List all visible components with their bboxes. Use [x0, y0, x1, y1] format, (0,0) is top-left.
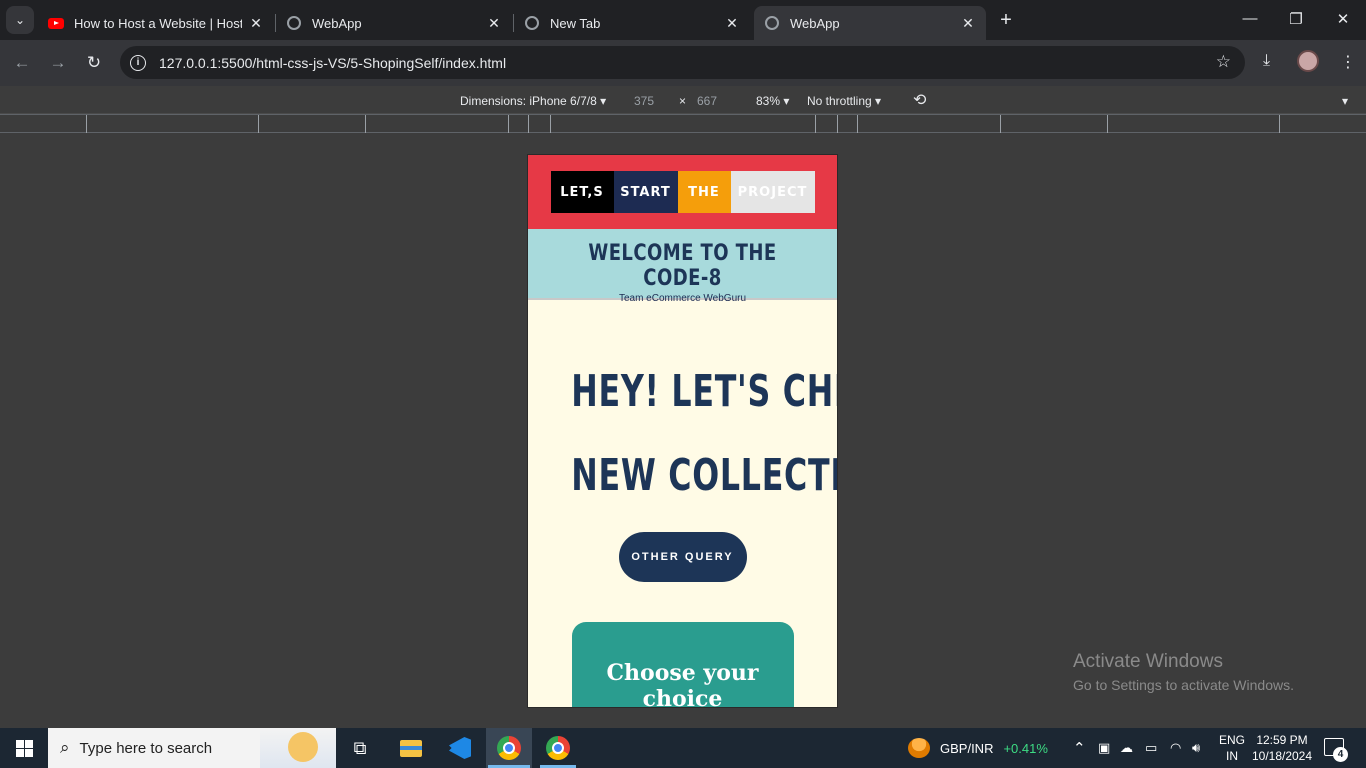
site-info-icon[interactable]: i — [130, 54, 146, 71]
globe-icon — [764, 15, 780, 31]
hero-line-1: HEY! LET'S CHECK — [571, 366, 837, 417]
tab-title: WebApp — [312, 15, 362, 31]
devtools-more-icon[interactable]: ▾ — [1342, 94, 1348, 108]
youtube-icon — [48, 15, 64, 31]
device-dimensions-label: Dimensions: iPhone 6/7/8 — [460, 94, 597, 108]
minimize-icon[interactable]: — — [1240, 10, 1260, 27]
header-word-the: THE — [677, 171, 731, 213]
clock-date: 10/18/2024 — [1251, 749, 1313, 763]
stock-ticker-widget[interactable]: GBP/INR +0.41% — [908, 728, 1048, 768]
bookmark-star-icon[interactable]: ☆ — [1216, 52, 1231, 72]
ticker-symbol: GBP/INR — [940, 740, 994, 756]
header-word-project: PROJECT — [730, 171, 815, 213]
file-explorer-icon[interactable] — [397, 734, 425, 762]
chrome-icon[interactable] — [495, 734, 523, 762]
tab-title: New Tab — [550, 15, 601, 31]
tab-webapp-active[interactable]: WebApp ✕ — [754, 6, 986, 40]
lang-top: ENG — [1219, 733, 1246, 747]
menu-kebab-icon[interactable]: ⋮ — [1340, 52, 1356, 72]
clock-time: 12:59 PM — [1256, 733, 1308, 747]
system-clock[interactable]: 12:59 PM 10/18/2024 — [1250, 732, 1314, 764]
close-icon[interactable]: ✕ — [724, 15, 740, 32]
windows-start-icon[interactable] — [16, 740, 33, 757]
watermark-title: Activate Windows — [1073, 651, 1223, 672]
volume-icon[interactable]: 🔊︎ — [1192, 728, 1200, 768]
tab-title: WebApp — [790, 15, 840, 31]
other-query-button[interactable]: OTHER QUERY — [618, 532, 747, 582]
choice-card: Choose your choice — [571, 622, 794, 707]
tab-new-tab[interactable]: New Tab ✕ — [514, 6, 750, 40]
browser-toolbar: ← → ↻ i 127.0.0.1:5500/html-css-js-VS/5-… — [0, 40, 1366, 86]
throttling-label: No throttling — [807, 94, 872, 108]
url-text[interactable]: 127.0.0.1:5500/html-css-js-VS/5-ShopingS… — [159, 55, 506, 71]
site-header: LET,S START THE PROJECT — [528, 155, 837, 229]
search-icon: ⌕ — [60, 738, 70, 757]
chevron-up-icon[interactable]: ⌃ — [1073, 728, 1086, 768]
forward-icon[interactable]: → — [47, 52, 69, 74]
globe-icon — [286, 15, 302, 31]
welcome-banner: WELCOME TO THE CODE-8 Team eCommerce Web… — [528, 229, 837, 304]
device-viewport: LET,S START THE PROJECT WELCOME TO THE C… — [527, 154, 838, 708]
hero-line-2: NEW COLLECTION — [571, 450, 837, 501]
device-toolbar: Dimensions: iPhone 6/7/8 ▾ 375 × 667 83%… — [0, 86, 1366, 114]
chrome-icon — [524, 15, 540, 31]
download-icon[interactable]: ⤓ — [1263, 52, 1270, 70]
activate-windows-watermark: Activate Windows Go to Settings to activ… — [1073, 651, 1294, 693]
vscode-icon[interactable] — [446, 734, 474, 762]
reload-icon[interactable]: ↻ — [83, 52, 105, 74]
throttling-select[interactable]: No throttling ▾ — [807, 94, 881, 108]
search-placeholder: Type here to search — [79, 739, 213, 757]
task-view-icon[interactable]: ⧉ — [346, 734, 374, 762]
taskbar-search-box[interactable]: ⌕ Type here to search — [48, 728, 336, 768]
address-bar[interactable]: i 127.0.0.1:5500/html-css-js-VS/5-Shopin… — [120, 46, 1245, 79]
back-icon[interactable]: ← — [11, 52, 33, 74]
ticker-change: +0.41% — [1003, 740, 1048, 756]
input-language-indicator[interactable]: ENG IN — [1219, 728, 1245, 768]
search-highlight-image — [260, 728, 336, 768]
close-icon[interactable]: ✕ — [486, 15, 502, 32]
zoom-select[interactable]: 83% ▾ — [756, 94, 789, 108]
notification-badge: 4 — [1333, 747, 1348, 762]
tab-search-button[interactable]: ⌄ — [6, 6, 34, 34]
rotate-icon[interactable]: ⟲ — [913, 90, 926, 110]
hero-section: HEY! LET'S CHECK NEW COLLECTION OTHER QU… — [528, 300, 837, 707]
watermark-subtitle: Go to Settings to activate Windows. — [1073, 677, 1294, 693]
wifi-icon[interactable]: ◠ — [1170, 728, 1181, 768]
chevron-down-icon: ⌄ — [14, 13, 26, 27]
chrome-icon-2[interactable] — [544, 734, 572, 762]
close-icon[interactable]: ✕ — [248, 15, 264, 32]
tab-youtube[interactable]: How to Host a Website | Hostin ✕ — [38, 6, 274, 40]
battery-icon[interactable]: ▭ — [1145, 728, 1157, 768]
windows-taskbar: ⌕ Type here to search ⧉ GBP/INR +0.41% ⌃… — [0, 728, 1366, 768]
coins-icon — [908, 738, 930, 758]
tab-webapp-1[interactable]: WebApp ✕ — [276, 6, 512, 40]
close-icon[interactable]: ✕ — [960, 15, 976, 32]
onedrive-cloud-icon[interactable]: ☁ — [1120, 728, 1133, 768]
header-word-lets: LET,S — [550, 171, 614, 213]
dimension-separator: × — [679, 94, 687, 108]
zoom-label: 83% — [756, 94, 781, 108]
tab-title: How to Host a Website | Hostin — [74, 15, 242, 31]
width-input[interactable]: 375 — [634, 94, 654, 108]
restore-icon[interactable]: ❐ — [1286, 10, 1306, 28]
new-tab-button[interactable]: + — [996, 10, 1016, 30]
media-query-ruler[interactable] — [0, 114, 1366, 133]
device-dimensions-select[interactable]: Dimensions: iPhone 6/7/8 ▾ — [460, 94, 606, 108]
lang-bottom: IN — [1226, 749, 1238, 763]
header-word-start: START — [613, 171, 678, 213]
avatar[interactable] — [1297, 50, 1319, 72]
window-close-icon[interactable]: ✕ — [1333, 10, 1353, 28]
welcome-title: WELCOME TO THE CODE-8 — [588, 241, 777, 291]
height-input[interactable]: 667 — [697, 94, 717, 108]
browser-tab-strip: ⌄ How to Host a Website | Hostin ✕ WebAp… — [0, 0, 1366, 40]
meet-now-icon[interactable]: ▣ — [1098, 728, 1110, 768]
